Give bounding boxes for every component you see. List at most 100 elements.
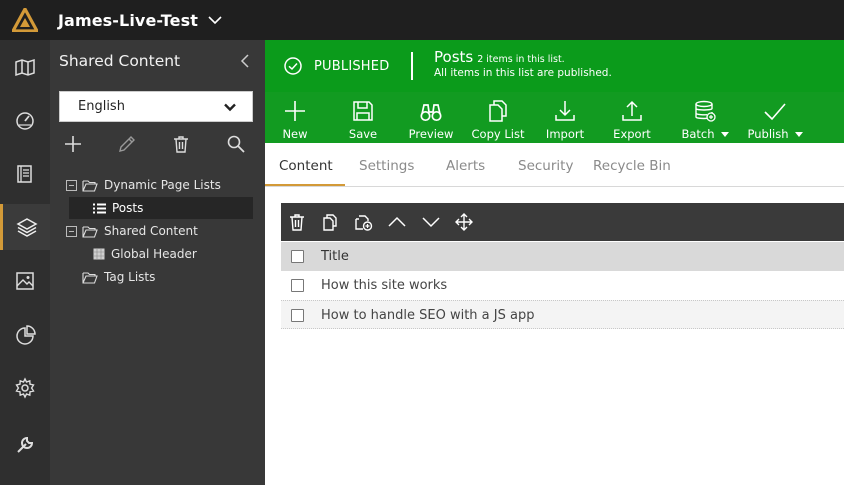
preview-button[interactable]: Preview [408, 92, 454, 143]
row-checkbox[interactable] [291, 279, 304, 292]
list-name: Posts [434, 48, 474, 66]
row-title[interactable]: How this site works [321, 278, 447, 293]
table-row[interactable]: How this site works [281, 271, 844, 300]
binoculars-icon [420, 92, 442, 122]
tree-node-global-header[interactable]: Global Header [93, 243, 197, 265]
tree-node-label: Dynamic Page Lists [104, 178, 221, 192]
dashboard-icon[interactable] [0, 97, 50, 143]
copy-list-button[interactable]: Copy List [472, 92, 524, 143]
database-icon [694, 92, 716, 122]
publish-status: PUBLISHED [314, 59, 390, 74]
import-button[interactable]: Import [546, 92, 584, 143]
site-title[interactable]: James-Live-Test [58, 11, 198, 30]
folder-open-icon [82, 179, 98, 192]
caret-down-icon [720, 131, 729, 137]
toolbar-button-label: Copy List [471, 127, 525, 141]
toolbar-button-label: Batch [681, 127, 729, 141]
tree-node-shared-content[interactable]: Shared Content [66, 220, 198, 242]
search-icon[interactable] [224, 132, 248, 156]
column-header-title[interactable]: Title [321, 249, 349, 264]
language-select-value: English [78, 99, 125, 114]
tree-node-tag-lists[interactable]: Tag Lists [82, 266, 155, 288]
new-button[interactable]: New [281, 92, 309, 143]
tree-toolbar [59, 132, 259, 156]
status-bar: PUBLISHED Posts 2 items in this list. All… [265, 40, 844, 92]
import-icon [554, 92, 576, 122]
list-title: Posts 2 items in this list. [434, 48, 565, 66]
export-icon [621, 92, 643, 122]
move-icon[interactable] [454, 212, 474, 232]
folder-open-icon [82, 225, 98, 238]
list-count: 2 items in this list. [477, 54, 565, 65]
active-tab-indicator [265, 184, 345, 186]
batch-label: Batch [681, 127, 715, 141]
toolbar-button-label: New [282, 127, 308, 141]
trash-icon[interactable] [169, 132, 193, 156]
tab-alerts[interactable]: Alerts [446, 158, 485, 174]
grid-icon [93, 248, 105, 260]
table-row[interactable]: How to handle SEO with a JS app [281, 300, 844, 329]
pages-icon[interactable] [0, 151, 50, 197]
icon-rail [0, 40, 50, 485]
plus-icon[interactable] [61, 132, 85, 156]
map-icon[interactable] [0, 44, 50, 90]
tree-node-label: Global Header [111, 247, 197, 261]
toolbar-button-label: Export [613, 127, 651, 141]
gear-icon[interactable] [0, 365, 50, 411]
tab-security[interactable]: Security [518, 158, 573, 174]
list-subtitle: All items in this list are published. [434, 67, 612, 79]
check-icon [763, 92, 787, 122]
tab-bar: Content Settings Alerts Security Recycle… [265, 148, 844, 187]
tab-content[interactable]: Content [279, 158, 333, 174]
content-tree-panel: Shared Content English Dynamic Page List… [50, 40, 265, 485]
trash-icon[interactable] [287, 212, 307, 232]
copy-icon [488, 92, 508, 122]
export-button[interactable]: Export [613, 92, 651, 143]
tab-recycle-bin[interactable]: Recycle Bin [593, 158, 671, 174]
layers-icon[interactable] [0, 204, 50, 250]
divider [411, 52, 413, 80]
tree-node-label: Posts [112, 201, 144, 215]
toolbar-button-label: Publish [748, 127, 803, 141]
publish-label: Publish [747, 127, 789, 141]
row-checkbox[interactable] [291, 309, 304, 322]
pie-chart-icon[interactable] [0, 312, 50, 358]
chevron-down-icon [224, 101, 236, 116]
tab-settings[interactable]: Settings [359, 158, 414, 174]
caret-down-icon [794, 131, 803, 137]
copy-icon[interactable] [320, 212, 340, 232]
panel-title: Shared Content [59, 52, 181, 70]
logo-icon[interactable] [0, 0, 50, 40]
image-icon[interactable] [0, 258, 50, 304]
minus-icon[interactable] [66, 179, 77, 191]
batch-button[interactable]: Batch [679, 92, 731, 143]
toolbar-button-label: Import [545, 127, 585, 141]
publish-button[interactable]: Publish [747, 92, 803, 143]
main-panel: PUBLISHED Posts 2 items in this list. All… [265, 40, 844, 485]
add-copy-icon[interactable] [354, 212, 374, 232]
grid-toolbar [281, 203, 844, 241]
tree-node-dynamic-page-lists[interactable]: Dynamic Page Lists [66, 174, 221, 196]
chevron-left-icon[interactable] [240, 53, 250, 72]
toolbar-button-label: Save [348, 127, 378, 141]
wrench-icon[interactable] [0, 422, 50, 468]
grid-header: Title [281, 242, 844, 271]
save-button[interactable]: Save [349, 92, 377, 143]
plus-icon [284, 92, 306, 122]
chevron-down-icon[interactable] [421, 212, 441, 232]
select-all-checkbox[interactable] [291, 250, 304, 263]
save-icon [352, 92, 374, 122]
tree-node-label: Tag Lists [104, 270, 156, 284]
language-select[interactable]: English [59, 91, 253, 122]
action-toolbar: New Save Preview Copy List Import Export… [265, 92, 844, 143]
list-icon [93, 203, 106, 213]
check-circle-icon [284, 57, 302, 79]
pencil-icon[interactable] [115, 132, 139, 156]
minus-icon[interactable] [66, 225, 77, 237]
tree-node-label: Shared Content [104, 224, 198, 238]
chevron-down-icon[interactable] [208, 15, 222, 25]
row-title[interactable]: How to handle SEO with a JS app [321, 308, 534, 323]
chevron-up-icon[interactable] [387, 212, 407, 232]
tree-node-posts[interactable]: Posts [69, 197, 253, 219]
folder-open-icon [82, 271, 98, 284]
